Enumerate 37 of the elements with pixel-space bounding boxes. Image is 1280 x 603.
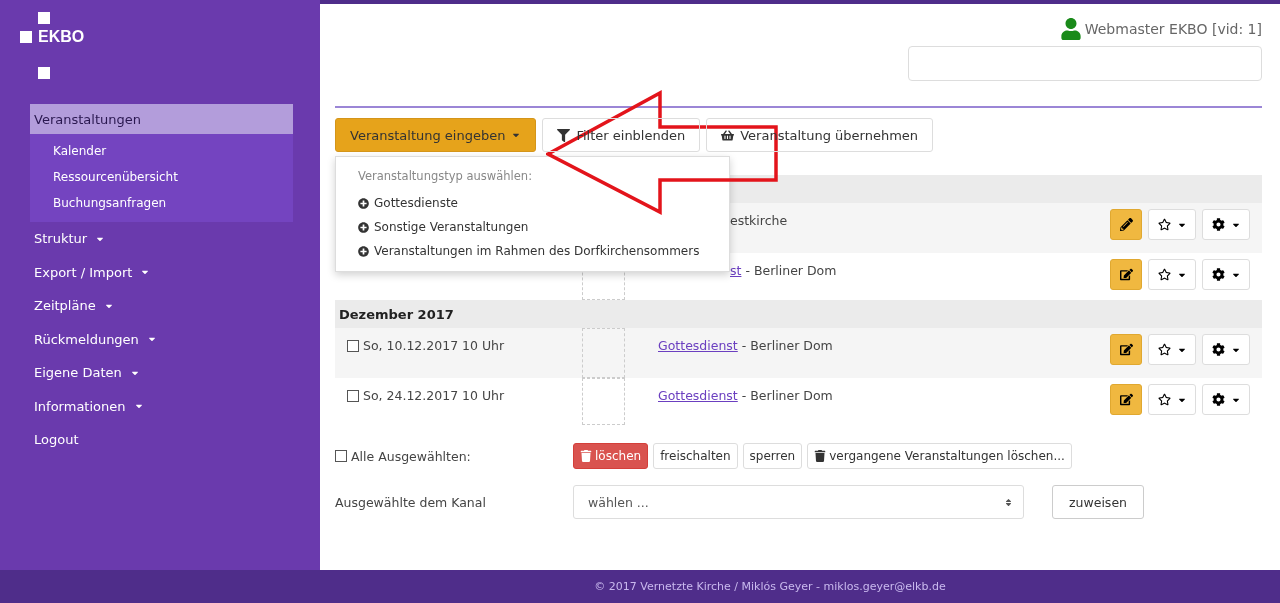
date-text: So, 24.12.2017 10 Uhr [363, 388, 505, 403]
assign-button[interactable]: zuweisen [1052, 485, 1144, 519]
submenu-item[interactable]: Ressourcenübersicht [30, 164, 293, 190]
sidebar-item[interactable]: Zeitpläne [30, 289, 293, 323]
bulk-action-button[interactable]: vergangene Veranstaltungen löschen... [807, 443, 1072, 469]
select-all-label: Alle Ausgewählten: [351, 448, 471, 464]
event-title: st - Berliner Dom [730, 263, 837, 278]
sidebar-item[interactable]: Rückmeldungen [30, 322, 293, 356]
dropdown-button[interactable]: Veranstaltung eingeben [335, 118, 537, 152]
date-text: So, 10.12.2017 10 Uhr [363, 338, 505, 353]
sidebar-item[interactable]: Informationen [30, 389, 293, 423]
channel-label: Ausgewählte dem Kanal [335, 494, 487, 510]
bulk-action-button[interactable]: sperren [742, 443, 803, 469]
event-link[interactable]: Gottesdienst [658, 338, 738, 353]
event-link[interactable]: st [730, 263, 742, 278]
sidebar-item[interactable]: Struktur [30, 222, 293, 256]
bulk-action-button[interactable]: löschen [573, 443, 649, 469]
sidebar-item[interactable]: Logout [30, 423, 293, 457]
menu-item[interactable]: Veranstaltungen im Rahmen des Dorfkirchensommers [336, 239, 729, 263]
event-link[interactable]: Gottesdienst [658, 388, 738, 403]
menu-item[interactable]: Sonstige Veranstaltungen [336, 215, 729, 239]
user-name: Webmaster EKBO [vid: 1] [1084, 21, 1262, 37]
submenu-item[interactable]: Buchungsanfragen [30, 190, 293, 216]
sidebar-item[interactable]: Export / Import [30, 255, 293, 289]
menu-item[interactable]: Gottesdienste [336, 191, 729, 215]
bulk-action-button[interactable]: freischalten [653, 443, 738, 469]
channel-select[interactable]: wählen ... [573, 485, 1024, 519]
logo-text: EKBO [38, 28, 85, 46]
sidebar-item[interactable]: Eigene Daten [30, 356, 293, 390]
event-title: Gottesdienst - Berliner Dom [658, 388, 833, 403]
event-title: Gottesdienst - Berliner Dom [658, 338, 833, 353]
event-title: estkirche [730, 213, 788, 228]
group-heading: Dezember 2017 [339, 306, 454, 322]
menu-header: Veranstaltungstyp auswählen: [357, 169, 533, 185]
sidebar-item[interactable]: Veranstaltungen [30, 104, 293, 134]
footer-text: © 2017 Vernetzte Kirche / Miklós Geyer - miklos.geyer@elkb.de [594, 580, 946, 593]
submenu-item[interactable]: Kalender [30, 138, 293, 164]
